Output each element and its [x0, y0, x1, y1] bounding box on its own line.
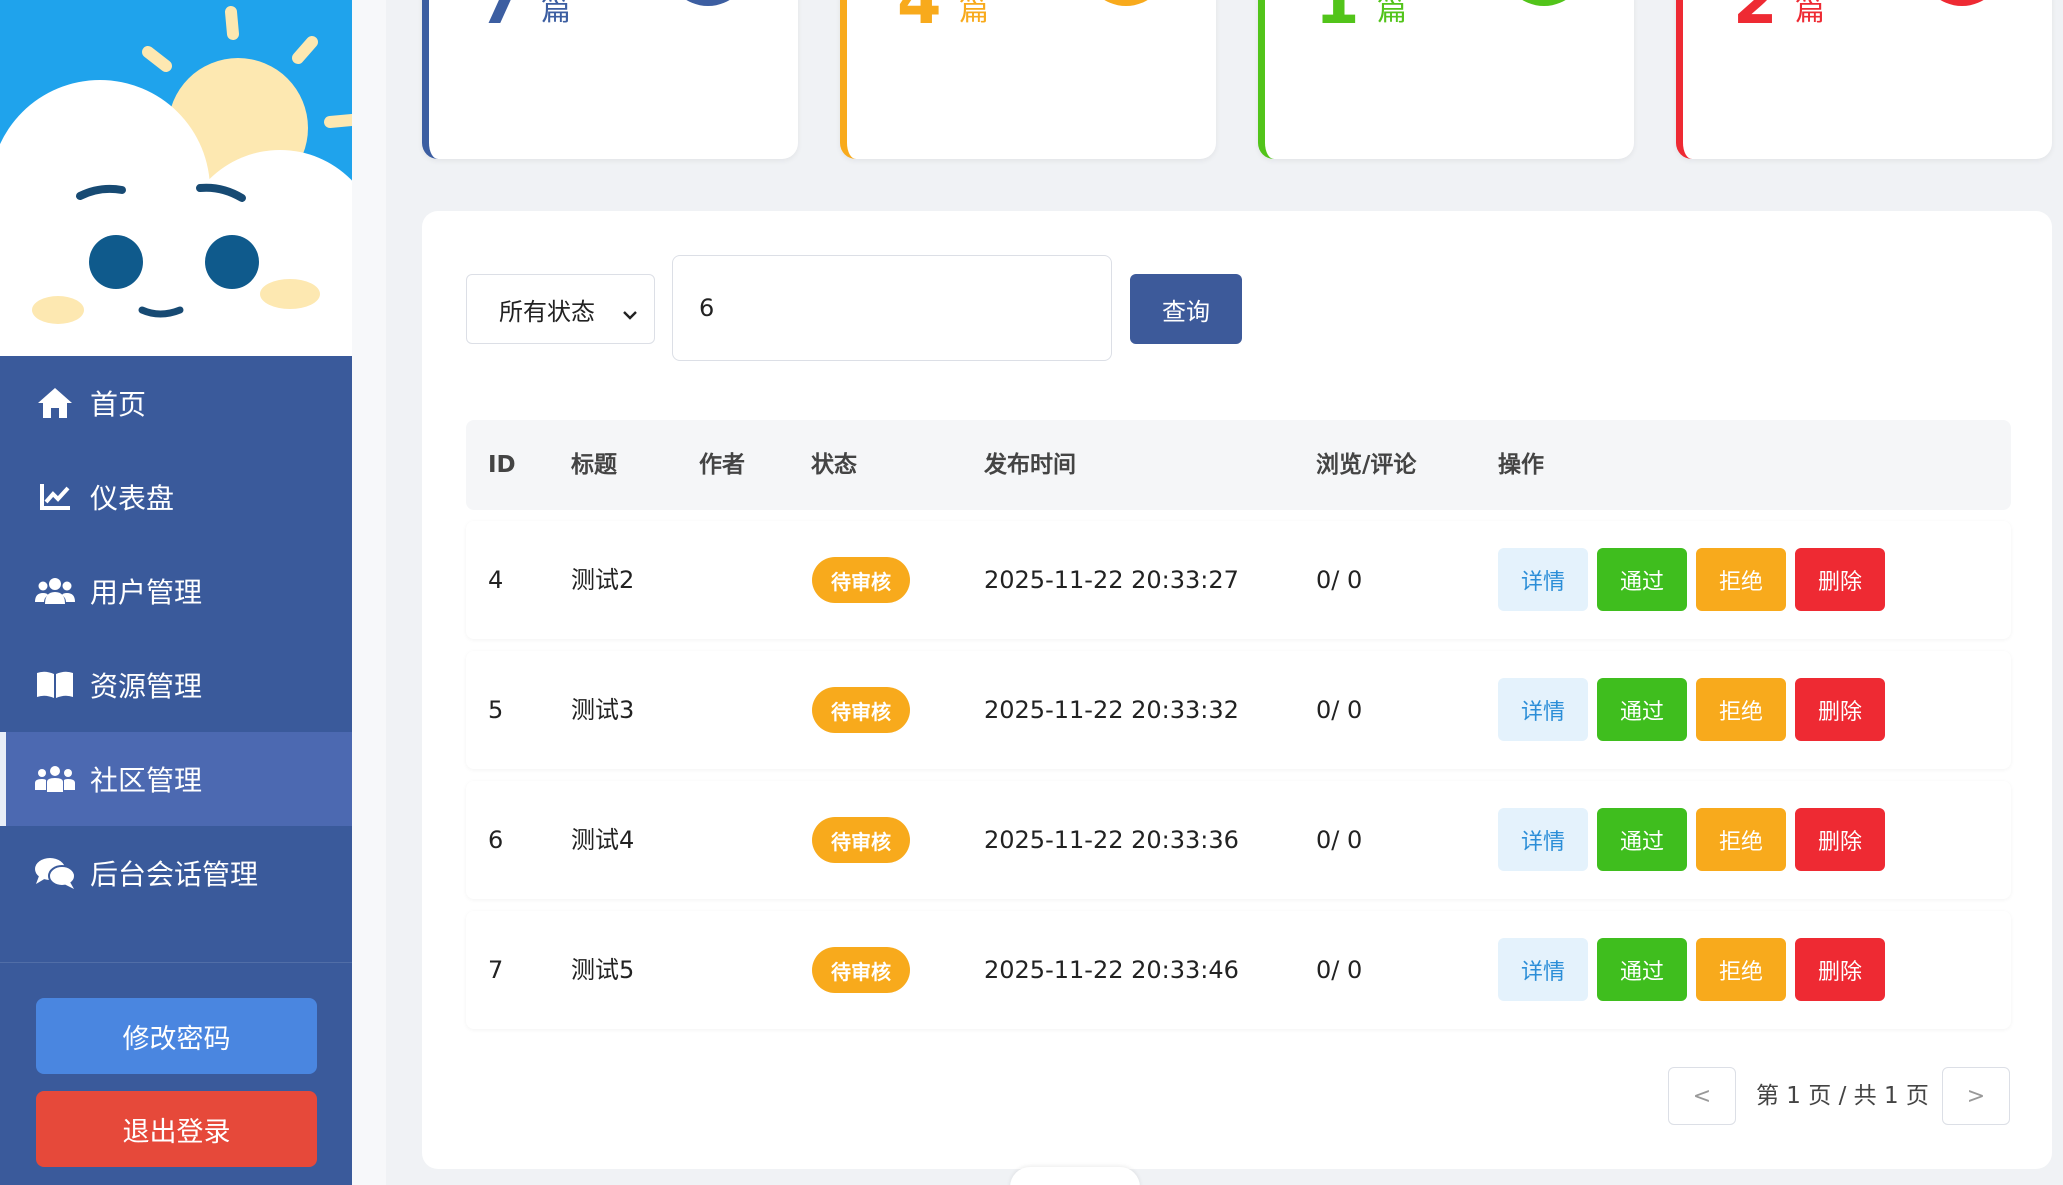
- stat-value: 1: [1315, 0, 1360, 39]
- next-page-button[interactable]: >: [1942, 1067, 2010, 1125]
- cell-time: 2025-11-22 20:33:27: [984, 566, 1239, 594]
- cell-views-comments: 0/ 0: [1316, 566, 1363, 594]
- stat-unit: 篇: [959, 0, 989, 28]
- stat-card-total: 7 篇: [422, 0, 798, 159]
- column-header-status: 状态: [811, 452, 857, 478]
- sidebar-item-users[interactable]: 用户管理: [0, 544, 352, 638]
- stat-value: 4: [897, 0, 942, 39]
- table-row: 5 测试3 待审核 2025-11-22 20:33:32 0/ 0 详情 通过…: [466, 651, 2011, 769]
- table-row: 4 测试2 待审核 2025-11-22 20:33:27 0/ 0 详情 通过…: [466, 521, 2011, 639]
- approve-button[interactable]: 通过: [1597, 808, 1687, 871]
- sidebar-item-label: 社区管理: [90, 764, 203, 797]
- users-icon: [34, 573, 76, 609]
- status-select-value: 所有状态: [499, 297, 595, 326]
- detail-button[interactable]: 详情: [1498, 548, 1588, 611]
- stat-icon: [1920, 0, 2004, 6]
- stat-value: 2: [1733, 0, 1778, 39]
- comments-icon: [34, 855, 76, 891]
- book-icon: [34, 667, 76, 703]
- detail-button[interactable]: 详情: [1498, 678, 1588, 741]
- stat-card-pending: 4 篇: [840, 0, 1216, 159]
- table-row: 7 测试5 待审核 2025-11-22 20:33:46 0/ 0 详情 通过…: [466, 911, 2011, 1029]
- sidebar-divider: [0, 962, 352, 963]
- approve-button[interactable]: 通过: [1597, 678, 1687, 741]
- detail-button[interactable]: 详情: [1498, 938, 1588, 1001]
- cell-title: 测试2: [571, 566, 635, 594]
- cell-id: 5: [488, 696, 504, 724]
- sidebar: 首页 仪表盘 用户管理 资源管理 社区管理 后台会话管理 修改密码 退出登录: [0, 0, 352, 1185]
- column-header-actions: 操作: [1498, 452, 1544, 478]
- logout-button[interactable]: 退出登录: [36, 1091, 317, 1167]
- change-password-button[interactable]: 修改密码: [36, 998, 317, 1074]
- cell-id: 6: [488, 826, 504, 854]
- table-header: ID 标题 作者 状态 发布时间 浏览/评论 操作: [466, 420, 2011, 510]
- cell-title: 测试4: [571, 826, 635, 854]
- prev-page-button[interactable]: <: [1668, 1067, 1736, 1125]
- cell-views-comments: 0/ 0: [1316, 696, 1363, 724]
- reject-button[interactable]: 拒绝: [1696, 678, 1786, 741]
- stat-card-rejected: 2 篇: [1676, 0, 2052, 159]
- cell-views-comments: 0/ 0: [1316, 826, 1363, 854]
- cell-time: 2025-11-22 20:33:32: [984, 696, 1239, 724]
- cell-id: 4: [488, 566, 504, 594]
- sidebar-item-label: 后台会话管理: [90, 858, 259, 891]
- search-input[interactable]: 6: [672, 255, 1112, 361]
- column-header-title: 标题: [571, 452, 617, 478]
- table-row: 6 测试4 待审核 2025-11-22 20:33:36 0/ 0 详情 通过…: [466, 781, 2011, 899]
- cell-title: 测试5: [571, 956, 635, 984]
- floating-tab[interactable]: [1010, 1167, 1140, 1185]
- stat-unit: 篇: [1795, 0, 1825, 28]
- column-header-time: 发布时间: [984, 452, 1076, 478]
- reject-button[interactable]: 拒绝: [1696, 548, 1786, 611]
- sidebar-item-label: 用户管理: [90, 576, 203, 609]
- status-badge: 待审核: [812, 687, 910, 733]
- cell-views-comments: 0/ 0: [1316, 956, 1363, 984]
- posts-panel: 所有状态 6 查询 ID 标题 作者 状态 发布时间 浏览/评论 操作 4 测试…: [422, 211, 2052, 1169]
- sidebar-item-label: 仪表盘: [90, 482, 175, 515]
- stat-icon: [666, 0, 750, 6]
- delete-button[interactable]: 删除: [1795, 548, 1885, 611]
- delete-button[interactable]: 删除: [1795, 938, 1885, 1001]
- stat-icon: [1084, 0, 1168, 6]
- cell-time: 2025-11-22 20:33:46: [984, 956, 1239, 984]
- approve-button[interactable]: 通过: [1597, 938, 1687, 1001]
- cell-title: 测试3: [571, 696, 635, 724]
- sidebar-nav: 首页 仪表盘 用户管理 资源管理 社区管理 后台会话管理: [0, 356, 352, 920]
- column-header-views-comments: 浏览/评论: [1316, 452, 1417, 478]
- query-button[interactable]: 查询: [1130, 274, 1242, 344]
- column-header-id: ID: [488, 452, 516, 478]
- home-icon: [34, 385, 76, 421]
- status-select[interactable]: 所有状态: [466, 274, 655, 344]
- delete-button[interactable]: 删除: [1795, 678, 1885, 741]
- status-badge: 待审核: [812, 817, 910, 863]
- sidebar-item-resources[interactable]: 资源管理: [0, 638, 352, 732]
- sidebar-item-community[interactable]: 社区管理: [0, 732, 352, 826]
- stat-unit: 篇: [1377, 0, 1407, 28]
- stat-value: 7: [479, 0, 524, 39]
- people-group-icon: [34, 761, 76, 797]
- approve-button[interactable]: 通过: [1597, 548, 1687, 611]
- cell-id: 7: [488, 956, 504, 984]
- stat-unit: 篇: [541, 0, 571, 28]
- status-badge: 待审核: [812, 557, 910, 603]
- column-header-author: 作者: [699, 452, 745, 478]
- detail-button[interactable]: 详情: [1498, 808, 1588, 871]
- stat-card-approved: 1 篇: [1258, 0, 1634, 159]
- sidebar-gap: [352, 0, 386, 1185]
- sidebar-item-dashboard[interactable]: 仪表盘: [0, 450, 352, 544]
- sidebar-item-sessions[interactable]: 后台会话管理: [0, 826, 352, 920]
- sidebar-item-label: 首页: [90, 388, 147, 421]
- delete-button[interactable]: 删除: [1795, 808, 1885, 871]
- cell-time: 2025-11-22 20:33:36: [984, 826, 1239, 854]
- status-badge: 待审核: [812, 947, 910, 993]
- sidebar-item-label: 资源管理: [90, 670, 203, 703]
- chart-line-icon: [34, 479, 76, 515]
- mascot-logo: [0, 0, 352, 356]
- reject-button[interactable]: 拒绝: [1696, 938, 1786, 1001]
- reject-button[interactable]: 拒绝: [1696, 808, 1786, 871]
- stat-icon: [1502, 0, 1586, 6]
- chevron-down-icon: [622, 299, 638, 327]
- page-info: 第 1 页 / 共 1 页: [1756, 1083, 1929, 1109]
- sidebar-item-home[interactable]: 首页: [0, 356, 352, 450]
